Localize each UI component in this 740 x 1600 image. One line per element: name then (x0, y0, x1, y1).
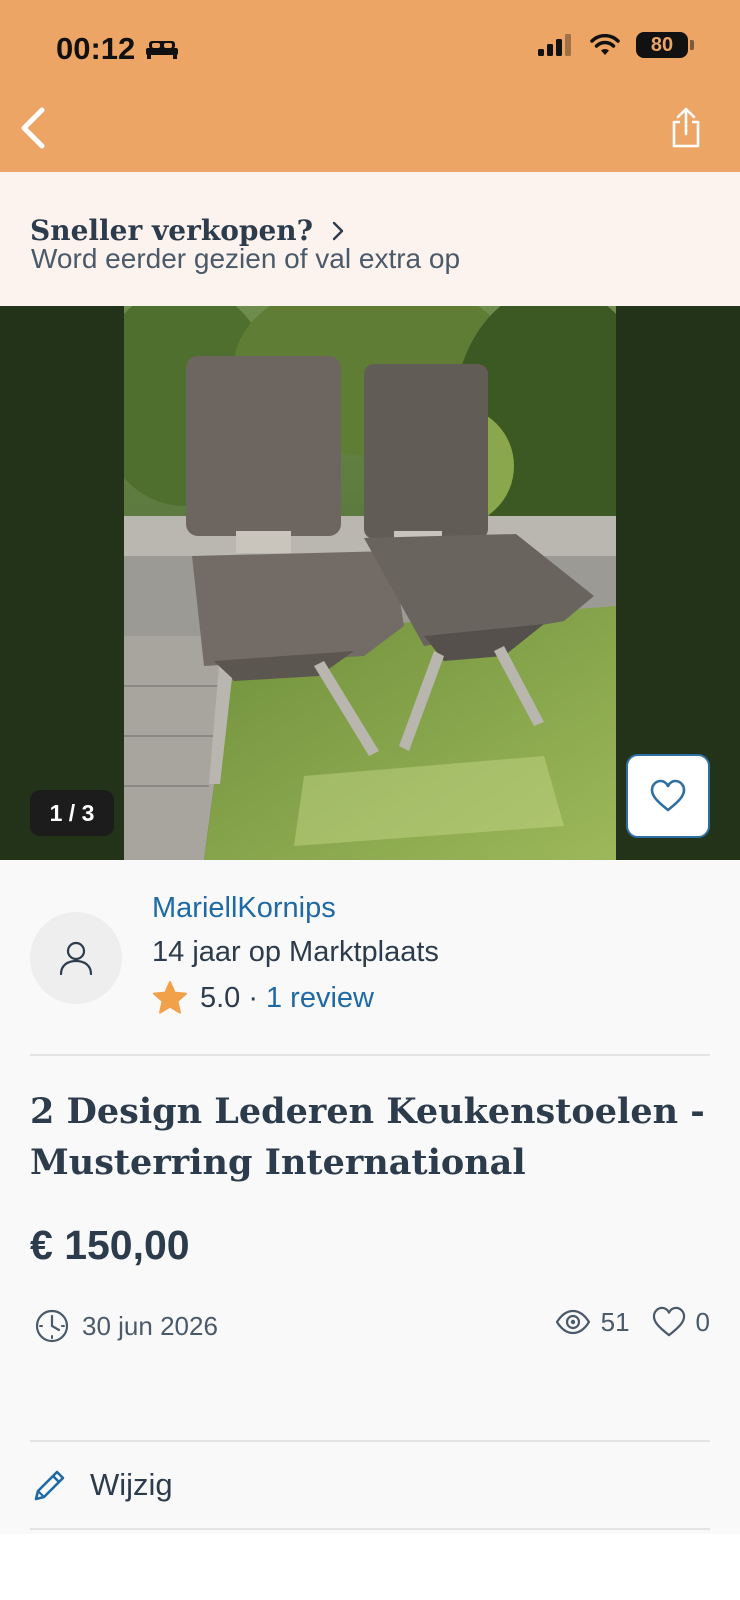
status-time: 00:12 (56, 31, 136, 66)
battery-icon: 80 (636, 32, 694, 58)
listing-screen: 00:12 80 Sneller verkopen? Word eerder g… (0, 0, 740, 1600)
heart-outline-icon (652, 1306, 685, 1337)
seller-rating: 5.0 · 1 review (152, 980, 374, 1016)
favorites-stat: 0 (652, 1306, 710, 1338)
back-button[interactable] (14, 104, 54, 152)
divider (30, 1528, 710, 1530)
seller-name-link[interactable]: MariellKornips (152, 892, 336, 925)
eye-icon (555, 1309, 590, 1335)
listing-date: 30 jun 2026 (34, 1308, 218, 1344)
battery-level: 80 (650, 33, 674, 56)
share-icon (672, 107, 700, 148)
edit-button[interactable]: Wijzig (30, 1442, 710, 1528)
rating-separator: · (248, 981, 258, 1014)
heart-outline-icon (650, 779, 686, 812)
user-icon (59, 941, 93, 976)
promo-banner[interactable]: Sneller verkopen? Word eerder gezien of … (0, 172, 740, 306)
listing-photo[interactable] (124, 306, 616, 860)
seller-avatar[interactable] (30, 912, 122, 1004)
listing-price: € 150,00 (30, 1222, 190, 1268)
chevron-left-icon (21, 107, 45, 149)
views-stat: 51 (555, 1307, 630, 1338)
image-counter: 1 / 3 (30, 790, 114, 836)
edit-label: Wijzig (90, 1467, 173, 1502)
seller-membership: 14 jaar op Marktplaats (152, 936, 439, 968)
pencil-icon (34, 1470, 65, 1501)
chevron-right-icon (332, 221, 344, 240)
favorites-count: 0 (695, 1306, 710, 1337)
share-button[interactable] (668, 106, 704, 150)
image-gallery[interactable]: 1 / 3 (0, 306, 740, 860)
status-icons: 80 (538, 32, 694, 58)
star-icon (153, 981, 187, 1014)
reviews-link[interactable]: 1 review (266, 982, 374, 1015)
listing-date-text: 30 jun 2026 (82, 1310, 218, 1341)
bottom-area (0, 1534, 740, 1600)
listing-title: 2 Design Lederen Keukenstoelen - Musterr… (30, 1091, 705, 1183)
favorite-button[interactable] (626, 754, 710, 838)
divider (30, 1054, 710, 1056)
views-count: 51 (600, 1306, 630, 1337)
clock-icon (35, 1309, 69, 1343)
sleep-bed-icon (146, 41, 179, 59)
wifi-icon (590, 34, 620, 55)
promo-subtitle: Word eerder gezien of val extra op (31, 243, 461, 274)
app-header: 00:12 80 (0, 0, 740, 172)
listing-stats: 51 0 (555, 1306, 710, 1338)
cellular-signal-icon (538, 34, 571, 56)
status-bar-time-group: 00:12 (56, 31, 179, 67)
rating-value: 5.0 (200, 981, 241, 1014)
